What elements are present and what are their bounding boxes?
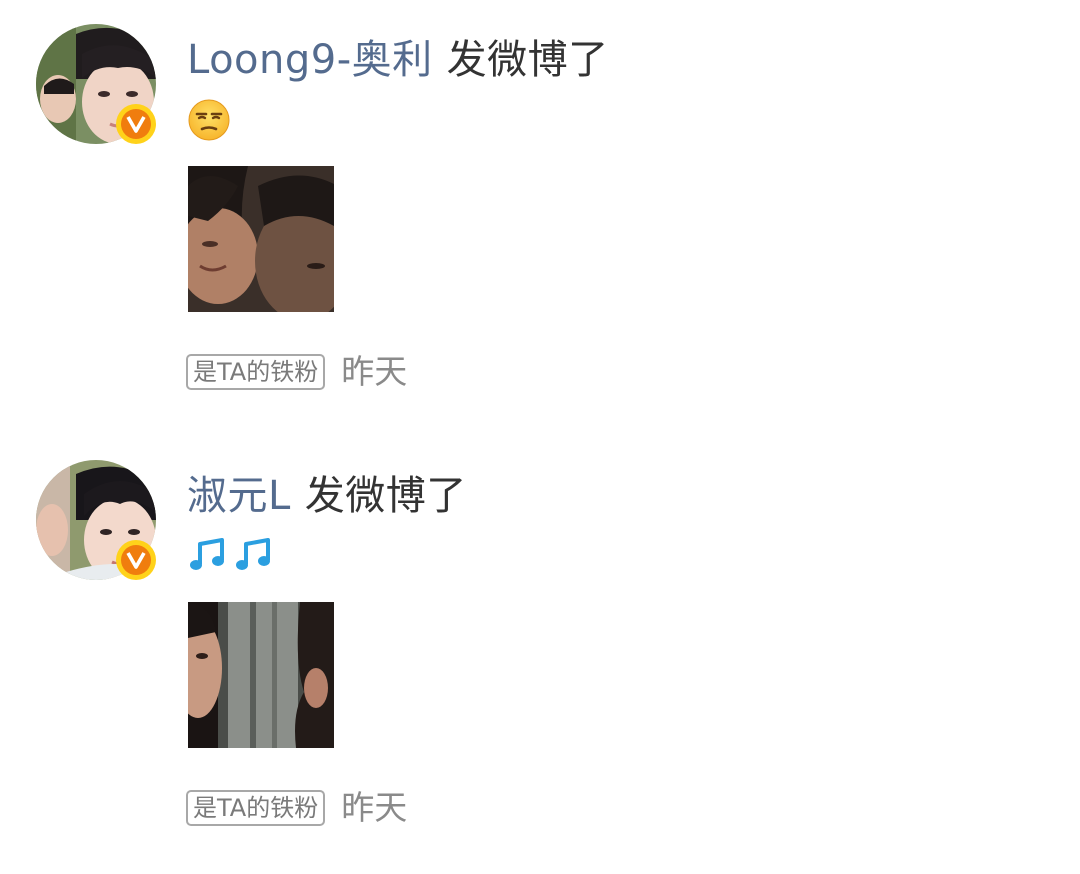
fan-badge: 是TA的铁粉 (186, 790, 326, 826)
music-notes-emoji-icon (187, 534, 229, 578)
post-image-thumbnail[interactable] (188, 602, 334, 748)
post-header: Loong9-奥利 发微博了 (187, 30, 609, 90)
music-notes-emoji-icon (233, 534, 275, 578)
post-image-thumbnail[interactable] (188, 166, 334, 312)
post-meta: 是TA的铁粉 昨天 (186, 352, 407, 392)
post-content (187, 98, 231, 142)
post-action-text: 发微博了 (304, 473, 467, 519)
post-timestamp: 昨天 (341, 788, 408, 827)
fan-badge: 是TA的铁粉 (186, 354, 326, 390)
username-link[interactable]: 淑元L (187, 473, 291, 519)
post-action-text: 发微博了 (446, 37, 609, 83)
feed-item: 淑元L 发微博了 是TA的铁粉 昨天 (0, 436, 1080, 856)
post-header: 淑元L 发微博了 (187, 466, 467, 526)
post-timestamp: 昨天 (341, 352, 408, 391)
post-meta: 是TA的铁粉 昨天 (186, 788, 407, 828)
username-link[interactable]: Loong9-奥利 (187, 37, 433, 83)
verified-badge-icon (116, 540, 156, 580)
post-content (187, 534, 275, 578)
feed-item: Loong9-奥利 发微博了 是TA的铁粉 昨天 (0, 0, 1080, 420)
verified-badge-icon (116, 104, 156, 144)
unamused-face-emoji-icon (187, 98, 231, 142)
